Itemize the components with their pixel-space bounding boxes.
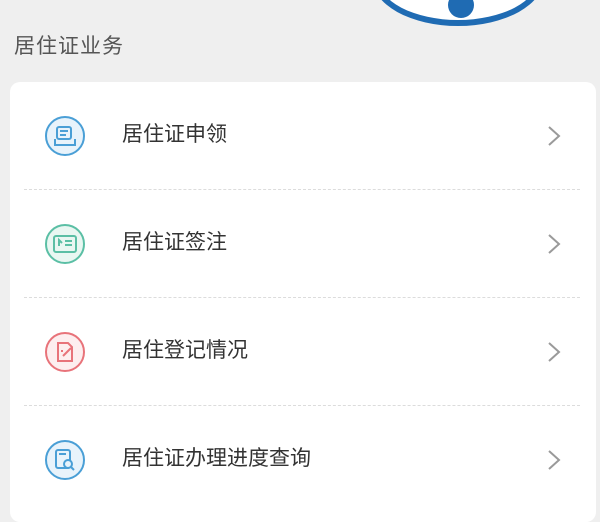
progress-search-icon	[45, 440, 85, 480]
service-list-card: 居住证申领 居住证签注 居住登记情况 居住证办理进度查询	[10, 82, 596, 522]
brand-logo	[372, 0, 544, 26]
endorsement-icon	[45, 224, 85, 264]
registration-edit-icon	[45, 332, 85, 372]
chevron-right-icon	[548, 234, 561, 254]
chevron-right-icon	[548, 450, 561, 470]
id-card-icon	[45, 116, 85, 156]
list-item-label: 居住登记情况	[122, 338, 248, 362]
list-item-residence-permit-apply[interactable]: 居住证申领	[10, 82, 596, 190]
list-item-residence-permit-endorse[interactable]: 居住证签注	[10, 190, 596, 298]
section-title: 居住证业务	[14, 34, 124, 58]
list-item-label: 居住证办理进度查询	[122, 446, 311, 470]
chevron-right-icon	[548, 342, 561, 362]
list-item-label: 居住证签注	[122, 230, 227, 254]
chevron-right-icon	[548, 126, 561, 146]
list-item-label: 居住证申领	[122, 122, 227, 146]
logo-mark	[448, 0, 474, 18]
list-item-residence-registration[interactable]: 居住登记情况	[10, 298, 596, 406]
list-item-progress-query[interactable]: 居住证办理进度查询	[10, 406, 596, 514]
